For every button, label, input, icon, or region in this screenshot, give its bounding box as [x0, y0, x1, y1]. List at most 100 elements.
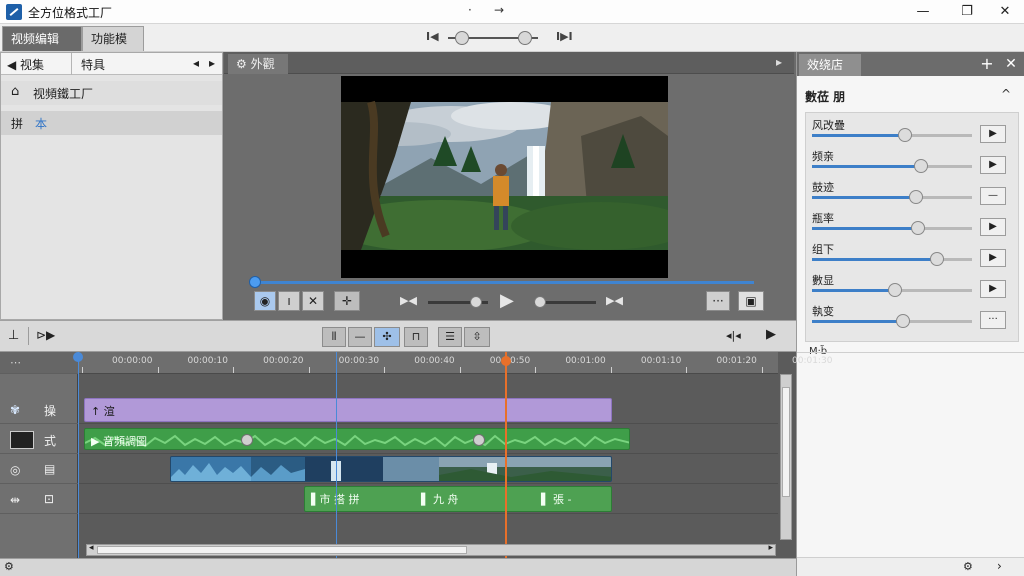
timeline-ruler[interactable]: 00:00:00 00:00:10 00:00:20 00:00:30 00:00:40… — [78, 352, 832, 374]
play-icon[interactable]: ▶ — [766, 327, 776, 342]
maximize-button[interactable]: ❐ — [952, 2, 982, 22]
split-button[interactable]: ⫴ — [322, 327, 346, 347]
property-slider-handle[interactable] — [897, 128, 912, 142]
left-next-button[interactable]: ▸ — [209, 56, 215, 70]
timeline-horizontal-scrollbar[interactable]: ◂ ▸ — [86, 543, 776, 556]
preview-scrubber[interactable] — [249, 276, 754, 288]
playback-speed-slider[interactable] — [428, 296, 488, 308]
property-slider-handle[interactable] — [929, 252, 944, 266]
minimize-button[interactable]: — — [908, 2, 938, 22]
close-button[interactable]: ✕ — [990, 2, 1020, 22]
timeline-horizontal-scrollbar-thumb[interactable] — [97, 546, 467, 554]
add-marker-button[interactable]: ✛ — [334, 291, 360, 311]
mark-button[interactable]: ı — [278, 291, 300, 311]
cut-button[interactable]: ✕ — [302, 291, 324, 311]
loop-button[interactable]: ◉ — [254, 291, 276, 311]
settings-icon[interactable]: ⚙ — [963, 560, 973, 573]
redo-icon[interactable]: ⊳▶ — [36, 328, 55, 342]
timeline-playhead[interactable] — [336, 352, 337, 558]
track-header-1[interactable]: ✾ 操 — [0, 396, 78, 424]
keyframe-handle[interactable] — [473, 434, 485, 446]
list-button[interactable]: ☰ — [438, 327, 462, 347]
chevron-up-icon[interactable]: ^ — [1001, 87, 1011, 101]
zoom-slider[interactable] — [448, 31, 538, 45]
property-slider-handle[interactable] — [909, 190, 923, 204]
property-slider[interactable] — [812, 190, 972, 204]
more-options-button[interactable]: ··· — [706, 291, 730, 311]
video-thumbnails — [171, 457, 611, 481]
fullscreen-button[interactable]: ▣ — [738, 291, 764, 311]
zoom-slider-left-handle[interactable] — [454, 31, 469, 45]
timeline-out-marker[interactable] — [501, 352, 511, 558]
property-slider-handle[interactable] — [910, 221, 925, 235]
nav-back-button[interactable]: · — [468, 3, 472, 17]
keyframe-button[interactable]: ▶ — [980, 156, 1006, 174]
property-slider[interactable] — [812, 159, 972, 173]
scroll-right-icon[interactable]: ▸ — [768, 543, 773, 553]
skip-back-icon[interactable]: ▶◀ — [400, 294, 417, 307]
property-slider-handle[interactable] — [896, 314, 911, 328]
add-icon[interactable]: + — [977, 54, 997, 74]
waveform-icon: ⇹ — [10, 493, 21, 507]
scroll-left-icon[interactable]: ◂ — [89, 543, 94, 553]
trim-button[interactable]: — — [348, 327, 372, 347]
keyframe-handle[interactable] — [241, 434, 253, 446]
zoom-slider-right-handle[interactable] — [517, 31, 532, 45]
left-list-item-home[interactable]: ⌂ 视頻鐵工厂 — [1, 81, 222, 105]
property-slider-handle[interactable] — [913, 159, 928, 173]
left-tab-tools[interactable]: 特具 — [81, 56, 105, 73]
clip-video[interactable] — [170, 456, 612, 482]
tab-video-edit[interactable]: 视频编辑 — [2, 26, 82, 51]
video-preview[interactable] — [341, 76, 668, 278]
tab-function[interactable]: 功能模 — [82, 26, 144, 51]
skip-forward-icon[interactable]: ▶◀ — [606, 294, 623, 307]
settings-icon[interactable]: ⚙ — [4, 560, 14, 573]
clip-audio[interactable]: ▶ 音頻調圖 — [84, 428, 630, 450]
transform-button[interactable]: ⇳ — [464, 327, 490, 347]
property-slider[interactable] — [812, 221, 972, 235]
snap-button[interactable]: ✣ — [374, 327, 400, 347]
tab-preview[interactable]: ⚙ 外觀 — [228, 54, 288, 74]
clip-text-overlay[interactable]: ▌市 搭 拼 ▌ 九 舟 ▌ 張 - — [304, 486, 612, 512]
preview-menu-icon[interactable]: ▸ — [776, 55, 782, 69]
track-header-4[interactable]: ⇹ ⊡ — [0, 486, 78, 514]
more-options-button[interactable]: ··· — [980, 311, 1006, 329]
zoom-in-icon[interactable]: I▶I — [556, 30, 573, 43]
play-icon[interactable]: ▶ — [500, 290, 514, 311]
keyframe-button[interactable]: ▶ — [980, 125, 1006, 143]
reset-button[interactable]: — — [980, 187, 1006, 205]
track-header-3[interactable]: ◎ ▤ — [0, 456, 78, 484]
keyframe-button[interactable]: ▶ — [980, 280, 1006, 298]
property-slider[interactable] — [812, 252, 972, 266]
keyframe-button[interactable]: ▶ — [980, 249, 1006, 267]
timeline-vertical-scrollbar[interactable] — [780, 374, 792, 540]
left-tab-collection[interactable]: ◀ 视集 — [7, 56, 44, 73]
in-marker-handle[interactable] — [73, 352, 83, 362]
property-slider-handle[interactable] — [888, 283, 903, 297]
preview-scrubber-handle[interactable] — [249, 276, 261, 288]
filter-icon[interactable]: ⋯ — [10, 356, 21, 369]
zoom-out-icon[interactable]: I◀ — [426, 30, 439, 43]
left-list-item-selected[interactable]: 拼 本 — [1, 111, 222, 135]
track-header-2[interactable]: 式 — [0, 426, 78, 454]
tab-effects[interactable]: 效绕店 — [799, 54, 861, 76]
volume-handle[interactable] — [534, 296, 547, 308]
crop-button[interactable]: ⊓ — [404, 327, 428, 347]
property-slider[interactable] — [812, 283, 972, 297]
chevron-right-icon[interactable]: › — [997, 559, 1002, 573]
clip-effect[interactable]: ↑ 渲 — [84, 398, 612, 422]
timeline-vertical-scrollbar-thumb[interactable] — [782, 387, 790, 497]
track-nav-icon[interactable]: ◂|◂ — [726, 329, 741, 342]
ruler-tick-label: 00:01:30 — [792, 356, 833, 366]
out-marker-handle[interactable] — [501, 356, 511, 366]
timeline-in-marker[interactable] — [73, 352, 83, 558]
undo-icon[interactable]: ⊥ — [8, 328, 19, 343]
close-icon[interactable]: ✕ — [1001, 54, 1021, 74]
left-prev-button[interactable]: ◂ — [193, 56, 199, 70]
volume-slider[interactable] — [534, 296, 596, 308]
property-slider[interactable] — [812, 128, 972, 142]
playback-speed-handle[interactable] — [470, 296, 482, 308]
property-slider[interactable] — [812, 314, 972, 328]
keyframe-button[interactable]: ▶ — [980, 218, 1006, 236]
nav-forward-button[interactable]: → — [494, 3, 504, 17]
